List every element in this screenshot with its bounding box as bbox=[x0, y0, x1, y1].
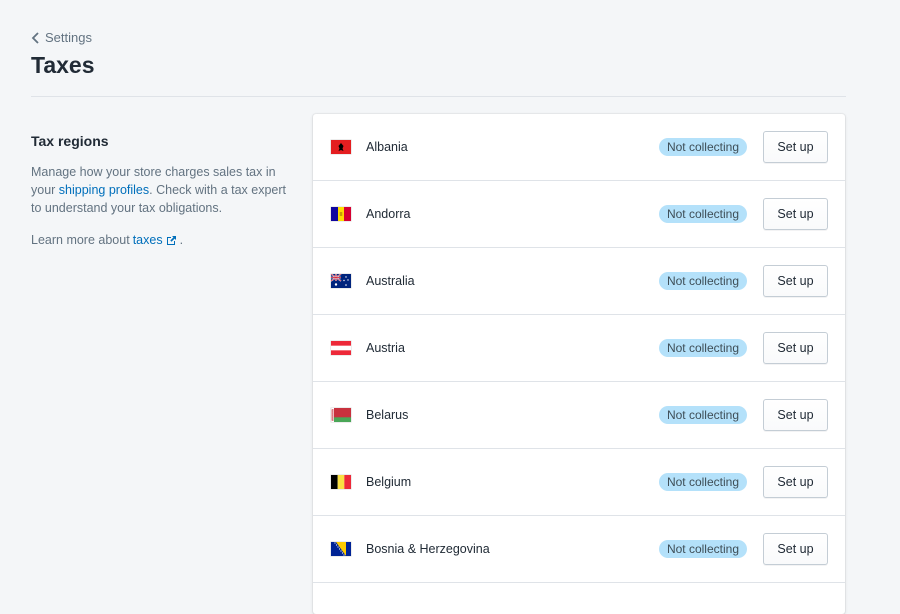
tax-regions-card: Albania Not collecting Set up Andorra No… bbox=[313, 114, 845, 614]
country-name: Belarus bbox=[366, 408, 409, 422]
belgium-flag-icon bbox=[331, 475, 351, 489]
status-badge: Not collecting bbox=[658, 138, 747, 156]
shipping-profiles-link[interactable]: shipping profiles bbox=[59, 183, 149, 197]
bosnia-flag-icon bbox=[331, 542, 351, 556]
andorra-flag-icon bbox=[331, 207, 351, 221]
set-up-button[interactable]: Set up bbox=[763, 332, 828, 364]
set-up-button[interactable]: Set up bbox=[763, 131, 828, 163]
header-divider bbox=[31, 96, 846, 97]
country-name: Belgium bbox=[366, 475, 412, 489]
region-row-belgium: Belgium Not collecting Set up bbox=[313, 449, 845, 516]
page-title: Taxes bbox=[31, 52, 95, 78]
australia-flag-icon bbox=[331, 274, 351, 288]
status-badge: Not collecting bbox=[658, 205, 747, 223]
region-row-belarus: Belarus Not collecting Set up bbox=[313, 382, 845, 449]
learn-more-suffix: . bbox=[179, 233, 184, 247]
country-name: Albania bbox=[366, 140, 408, 154]
country-name: Australia bbox=[366, 274, 415, 288]
region-row-bosnia-herzegovina: Bosnia & Herzegovina Not collecting Set … bbox=[313, 516, 845, 583]
status-badge: Not collecting bbox=[658, 272, 747, 290]
learn-more-prefix: Learn more about bbox=[31, 233, 130, 247]
section-title: Tax regions bbox=[31, 133, 109, 149]
set-up-button[interactable]: Set up bbox=[763, 533, 828, 565]
section-description: Manage how your store charges sales tax … bbox=[31, 163, 291, 217]
breadcrumb-label: Settings bbox=[45, 30, 92, 45]
learn-more: Learn more about taxes . bbox=[31, 233, 291, 247]
country-name: Austria bbox=[366, 341, 405, 355]
country-name: Andorra bbox=[366, 207, 411, 221]
chevron-left-icon bbox=[31, 31, 39, 44]
section-info: Tax regions Manage how your store charge… bbox=[31, 133, 291, 247]
set-up-button[interactable]: Set up bbox=[763, 265, 828, 297]
country-name: Bosnia & Herzegovina bbox=[366, 542, 490, 556]
back-to-settings-link[interactable]: Settings bbox=[31, 30, 92, 45]
region-row-albania: Albania Not collecting Set up bbox=[313, 114, 845, 181]
external-link-icon[interactable] bbox=[166, 235, 177, 246]
status-badge: Not collecting bbox=[658, 406, 747, 424]
status-badge: Not collecting bbox=[658, 473, 747, 491]
austria-flag-icon bbox=[331, 341, 351, 355]
albania-flag-icon bbox=[331, 140, 351, 154]
status-badge: Not collecting bbox=[658, 540, 747, 558]
set-up-button[interactable]: Set up bbox=[763, 399, 828, 431]
belarus-flag-icon bbox=[331, 408, 351, 422]
region-row-andorra: Andorra Not collecting Set up bbox=[313, 181, 845, 248]
region-row-australia: Australia Not collecting Set up bbox=[313, 248, 845, 315]
set-up-button[interactable]: Set up bbox=[763, 198, 828, 230]
region-row-austria: Austria Not collecting Set up bbox=[313, 315, 845, 382]
taxes-link[interactable]: taxes bbox=[133, 233, 163, 247]
set-up-button[interactable]: Set up bbox=[763, 466, 828, 498]
status-badge: Not collecting bbox=[658, 339, 747, 357]
